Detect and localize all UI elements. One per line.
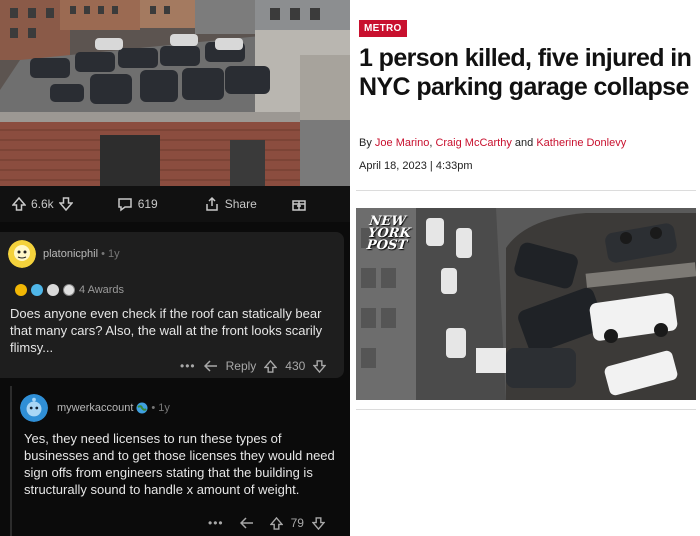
article-photo-garage-collapse[interactable]: NEW YORK POST <box>356 208 696 400</box>
byline-separator: , <box>429 137 433 149</box>
reddit-panel: 6.6k 619 Share platonicphil • 1y 4 Award… <box>0 0 350 536</box>
dot-separator: • <box>151 402 156 414</box>
comment-bubble-icon <box>117 197 132 211</box>
publish-date: April 18, 2023 | 4:33pm <box>359 160 473 172</box>
logo-line: POST <box>366 238 408 253</box>
new-york-post-logo: NEW YORK POST <box>366 214 413 253</box>
author-link[interactable]: Joe Marino <box>375 137 429 149</box>
upvote-icon[interactable] <box>269 516 283 530</box>
by-prefix: By <box>359 137 372 149</box>
article-headline: 1 person killed, five injured in NYC par… <box>359 44 692 101</box>
comment-age: 1y <box>158 402 170 414</box>
comment-body: Yes, they need licenses to run these typ… <box>24 431 335 497</box>
award-icon <box>47 284 59 296</box>
comment-body: Does anyone even check if the roof can s… <box>10 306 323 355</box>
awards-row[interactable]: 4 Awards <box>15 284 124 296</box>
comments-count: 619 <box>137 197 158 211</box>
comment-age: 1y <box>108 248 120 260</box>
upvote-icon[interactable] <box>12 197 26 211</box>
comment-actions: ••• Reply 430 <box>180 359 327 373</box>
avatar[interactable] <box>8 240 36 268</box>
comment-score: 79 <box>290 516 304 530</box>
section-tag[interactable]: METRO <box>359 20 407 37</box>
username-text[interactable]: platonicphil <box>43 248 98 260</box>
byline-separator: and <box>514 137 534 149</box>
news-article-panel: METRO 1 person killed, five injured in N… <box>350 0 700 536</box>
post-action-bar: 6.6k 619 Share <box>0 186 350 222</box>
vote-group: 6.6k <box>12 197 73 211</box>
reply-icon[interactable] <box>203 360 218 372</box>
downvote-icon[interactable] <box>58 197 73 211</box>
avatar[interactable] <box>20 394 48 422</box>
divider <box>356 409 696 410</box>
upvote-count: 6.6k <box>31 197 54 211</box>
reply-icon[interactable] <box>239 517 254 529</box>
reply-button[interactable]: Reply <box>226 359 257 373</box>
awards-count: 4 Awards <box>79 284 125 296</box>
award-icon <box>15 284 27 296</box>
divider <box>356 190 696 191</box>
post-image-rooftop-parking[interactable] <box>0 0 350 186</box>
upvote-icon[interactable] <box>264 359 278 373</box>
gift-award-icon <box>292 200 306 211</box>
more-options-icon[interactable]: ••• <box>180 359 196 373</box>
screenshot-root: 6.6k 619 Share platonicphil • 1y 4 Award… <box>0 0 700 536</box>
share-label: Share <box>224 197 257 211</box>
comment-actions: ••• 79 <box>208 516 325 530</box>
award-button[interactable] <box>291 196 307 212</box>
comments-button[interactable]: 619 <box>117 197 158 212</box>
downvote-icon[interactable] <box>313 359 327 373</box>
more-options-icon[interactable]: ••• <box>208 516 224 530</box>
comment-card-mywerkaccount: mywerkaccount • 1y Yes, they need licens… <box>12 384 350 536</box>
comment-username[interactable]: platonicphil • 1y <box>43 248 120 260</box>
author-link[interactable]: Katherine Donlevy <box>536 137 626 149</box>
comment-username[interactable]: mywerkaccount • 1y <box>57 402 170 414</box>
downvote-icon[interactable] <box>311 516 325 530</box>
author-link[interactable]: Craig McCarthy <box>435 137 511 149</box>
dot-separator: • <box>101 248 109 260</box>
byline: By Joe Marino, Craig McCarthy and Kather… <box>359 137 626 149</box>
award-icon <box>63 284 75 296</box>
comment-score: 430 <box>285 359 306 373</box>
comment-card-platonicphil: platonicphil • 1y 4 Awards Does anyone e… <box>0 232 344 378</box>
share-button[interactable]: Share <box>204 196 257 212</box>
award-icon <box>31 284 43 296</box>
globe-flair-icon <box>136 402 148 414</box>
share-icon <box>205 196 218 211</box>
username-text[interactable]: mywerkaccount <box>57 402 133 414</box>
